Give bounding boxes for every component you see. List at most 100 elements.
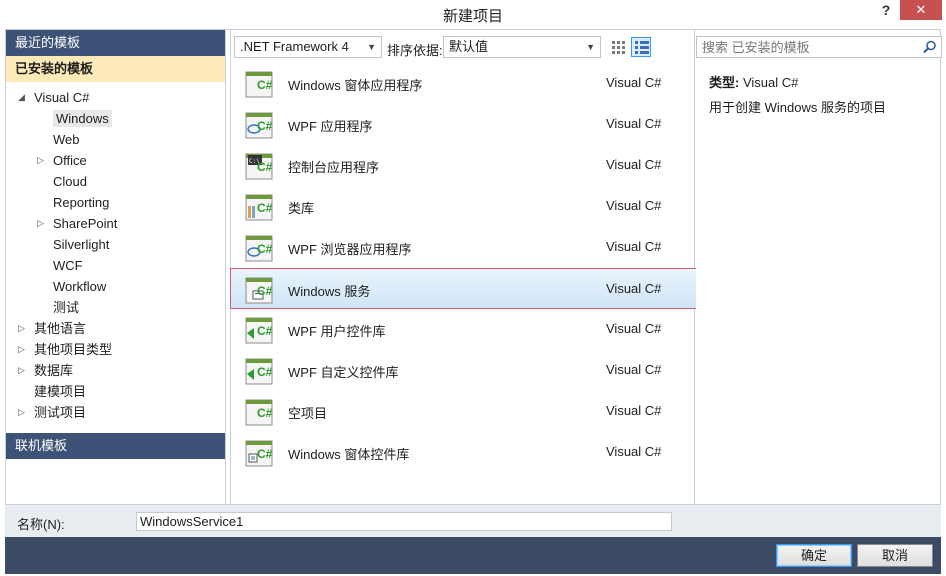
ok-button[interactable]: 确定	[776, 544, 852, 567]
template-toolbar: .NET Framework 4 ▼ 排序依据: 默认值 ▼	[231, 30, 694, 61]
small-icons-view-icon	[612, 41, 625, 54]
wpf-browser-app-icon: C#	[245, 233, 275, 263]
title-bar: 新建项目 ? ✕	[0, 0, 946, 29]
svg-text:C#: C#	[257, 447, 273, 461]
list-view-icon	[635, 41, 649, 54]
tree-item[interactable]: 测试	[6, 297, 225, 318]
sort-dropdown[interactable]: 默认值 ▼	[443, 36, 601, 58]
template-name: 类库	[288, 201, 315, 216]
template-row[interactable]: C# Windows 服务 Visual C#	[230, 268, 698, 309]
tree-item[interactable]: Windows	[6, 108, 225, 129]
wpf-app-icon: C#	[245, 110, 275, 140]
collapsed-arrow-icon[interactable]: ▷	[18, 318, 25, 339]
chevron-down-icon: ▼	[586, 42, 595, 52]
name-label: 名称(N):	[17, 517, 65, 532]
template-name: Windows 窗体控件库	[288, 447, 410, 462]
template-row[interactable]: C:\ C# 控制台应用程序 Visual C#	[231, 145, 694, 186]
search-icon[interactable]	[923, 40, 937, 54]
tree-item-label: SharePoint	[53, 216, 118, 231]
windows-service-icon: C#	[245, 275, 275, 305]
tree-item[interactable]: Cloud	[6, 171, 225, 192]
svg-text:C#: C#	[257, 201, 273, 215]
tree-item-label: Cloud	[53, 174, 87, 189]
tree-item-label: 测试项目	[34, 405, 87, 420]
collapsed-arrow-icon[interactable]: ▷	[37, 150, 44, 171]
template-name: WPF 自定义控件库	[288, 365, 399, 380]
expanded-arrow-icon[interactable]: ◢	[18, 87, 25, 108]
template-language: Visual C#	[606, 239, 662, 254]
tree-item-label: Windows	[53, 110, 112, 127]
wpf-custom-control-library-icon: C#	[245, 356, 275, 386]
template-row[interactable]: C# Windows 窗体应用程序 Visual C#	[231, 63, 694, 104]
template-description: 用于创建 Windows 服务的项目	[709, 100, 886, 115]
template-name: 空项目	[288, 406, 328, 421]
recent-templates-header[interactable]: 最近的模板	[6, 30, 225, 56]
tree-item-label: Visual C#	[34, 90, 90, 105]
tree-item[interactable]: ▷ SharePoint	[6, 213, 225, 234]
template-language: Visual C#	[606, 116, 662, 131]
name-bar: 名称(N):	[5, 505, 941, 537]
tree-item[interactable]: Web	[6, 129, 225, 150]
window-title: 新建项目	[442, 8, 503, 25]
template-row[interactable]: C# WPF 用户控件库 Visual C#	[231, 309, 694, 350]
collapsed-arrow-icon[interactable]: ▷	[18, 402, 25, 423]
tree-item[interactable]: Silverlight	[6, 234, 225, 255]
svg-text:C#: C#	[257, 324, 273, 338]
cancel-button[interactable]: 取消	[857, 544, 933, 567]
online-templates-header[interactable]: 联机模板	[6, 433, 225, 459]
type-value: Visual C#	[742, 75, 799, 90]
project-name-input[interactable]	[136, 512, 672, 531]
tree-item[interactable]: ▷ 数据库	[6, 360, 225, 381]
button-bar: 确定 取消	[5, 537, 941, 574]
collapsed-arrow-icon[interactable]: ▷	[37, 213, 44, 234]
tree-item-label: 数据库	[34, 363, 74, 378]
tree-item[interactable]: WCF	[6, 255, 225, 276]
tree-item[interactable]: 建模项目	[6, 381, 225, 402]
small-icons-view-button[interactable]	[608, 37, 628, 57]
tree-item[interactable]: ▷ Office	[6, 150, 225, 171]
tree-item[interactable]: Reporting	[6, 192, 225, 213]
installed-templates-header[interactable]: 已安装的模板	[6, 56, 225, 82]
search-box[interactable]	[696, 36, 942, 58]
collapsed-arrow-icon[interactable]: ▷	[18, 339, 25, 360]
wpf-user-control-library-icon: C#	[245, 315, 275, 345]
template-row[interactable]: C# Windows 窗体控件库 Visual C#	[231, 432, 694, 473]
tree-item[interactable]: ▷ 其他项目类型	[6, 339, 225, 360]
framework-dropdown[interactable]: .NET Framework 4 ▼	[234, 36, 382, 58]
sort-label: 排序依据:	[387, 43, 443, 58]
list-view-button[interactable]	[631, 37, 651, 57]
winforms-control-library-icon: C#	[245, 438, 275, 468]
template-name: 控制台应用程序	[288, 160, 380, 175]
template-tree: ◢ Visual C# Windows Web ▷ Office Cloud Reportin…	[6, 82, 225, 423]
type-line: 类型: Visual C#	[709, 72, 798, 91]
svg-text:C#: C#	[257, 119, 273, 133]
template-row[interactable]: C# WPF 自定义控件库 Visual C#	[231, 350, 694, 391]
svg-text:C#: C#	[257, 406, 273, 420]
svg-text:C#: C#	[257, 365, 273, 379]
template-row[interactable]: C# 空项目 Visual C#	[231, 391, 694, 432]
tree-item[interactable]: ◢ Visual C#	[6, 87, 225, 108]
tree-item[interactable]: ▷ 其他语言	[6, 318, 225, 339]
tree-item-label: Workflow	[53, 279, 107, 294]
tree-item[interactable]: Workflow	[6, 276, 225, 297]
template-list: C# Windows 窗体应用程序 Visual C# C# WPF 应用程序 Visua…	[230, 63, 698, 473]
template-language: Visual C#	[606, 321, 662, 336]
tree-item-label: Reporting	[53, 195, 110, 210]
template-list-panel: .NET Framework 4 ▼ 排序依据: 默认值 ▼ C# Window…	[230, 30, 698, 504]
template-row[interactable]: C# 类库 Visual C#	[231, 186, 694, 227]
template-name: Windows 服务	[288, 284, 371, 299]
template-navigation: 最近的模板 已安装的模板 ◢ Visual C# Windows Web ▷ Office…	[6, 30, 226, 504]
help-button[interactable]: ?	[872, 2, 900, 22]
empty-project-icon: C#	[245, 397, 275, 427]
tree-item-label: Office	[53, 153, 87, 168]
tree-item-label: Web	[53, 132, 80, 147]
tree-item-label: 其他项目类型	[34, 342, 113, 357]
template-row[interactable]: C# WPF 浏览器应用程序 Visual C#	[231, 227, 694, 268]
template-row[interactable]: C# WPF 应用程序 Visual C#	[231, 104, 694, 145]
tree-item[interactable]: ▷ 测试项目	[6, 402, 225, 423]
collapsed-arrow-icon[interactable]: ▷	[18, 360, 25, 381]
close-button[interactable]: ✕	[900, 0, 942, 20]
search-input[interactable]	[697, 37, 917, 57]
type-label: 类型:	[709, 75, 740, 90]
svg-text:C#: C#	[257, 78, 273, 92]
